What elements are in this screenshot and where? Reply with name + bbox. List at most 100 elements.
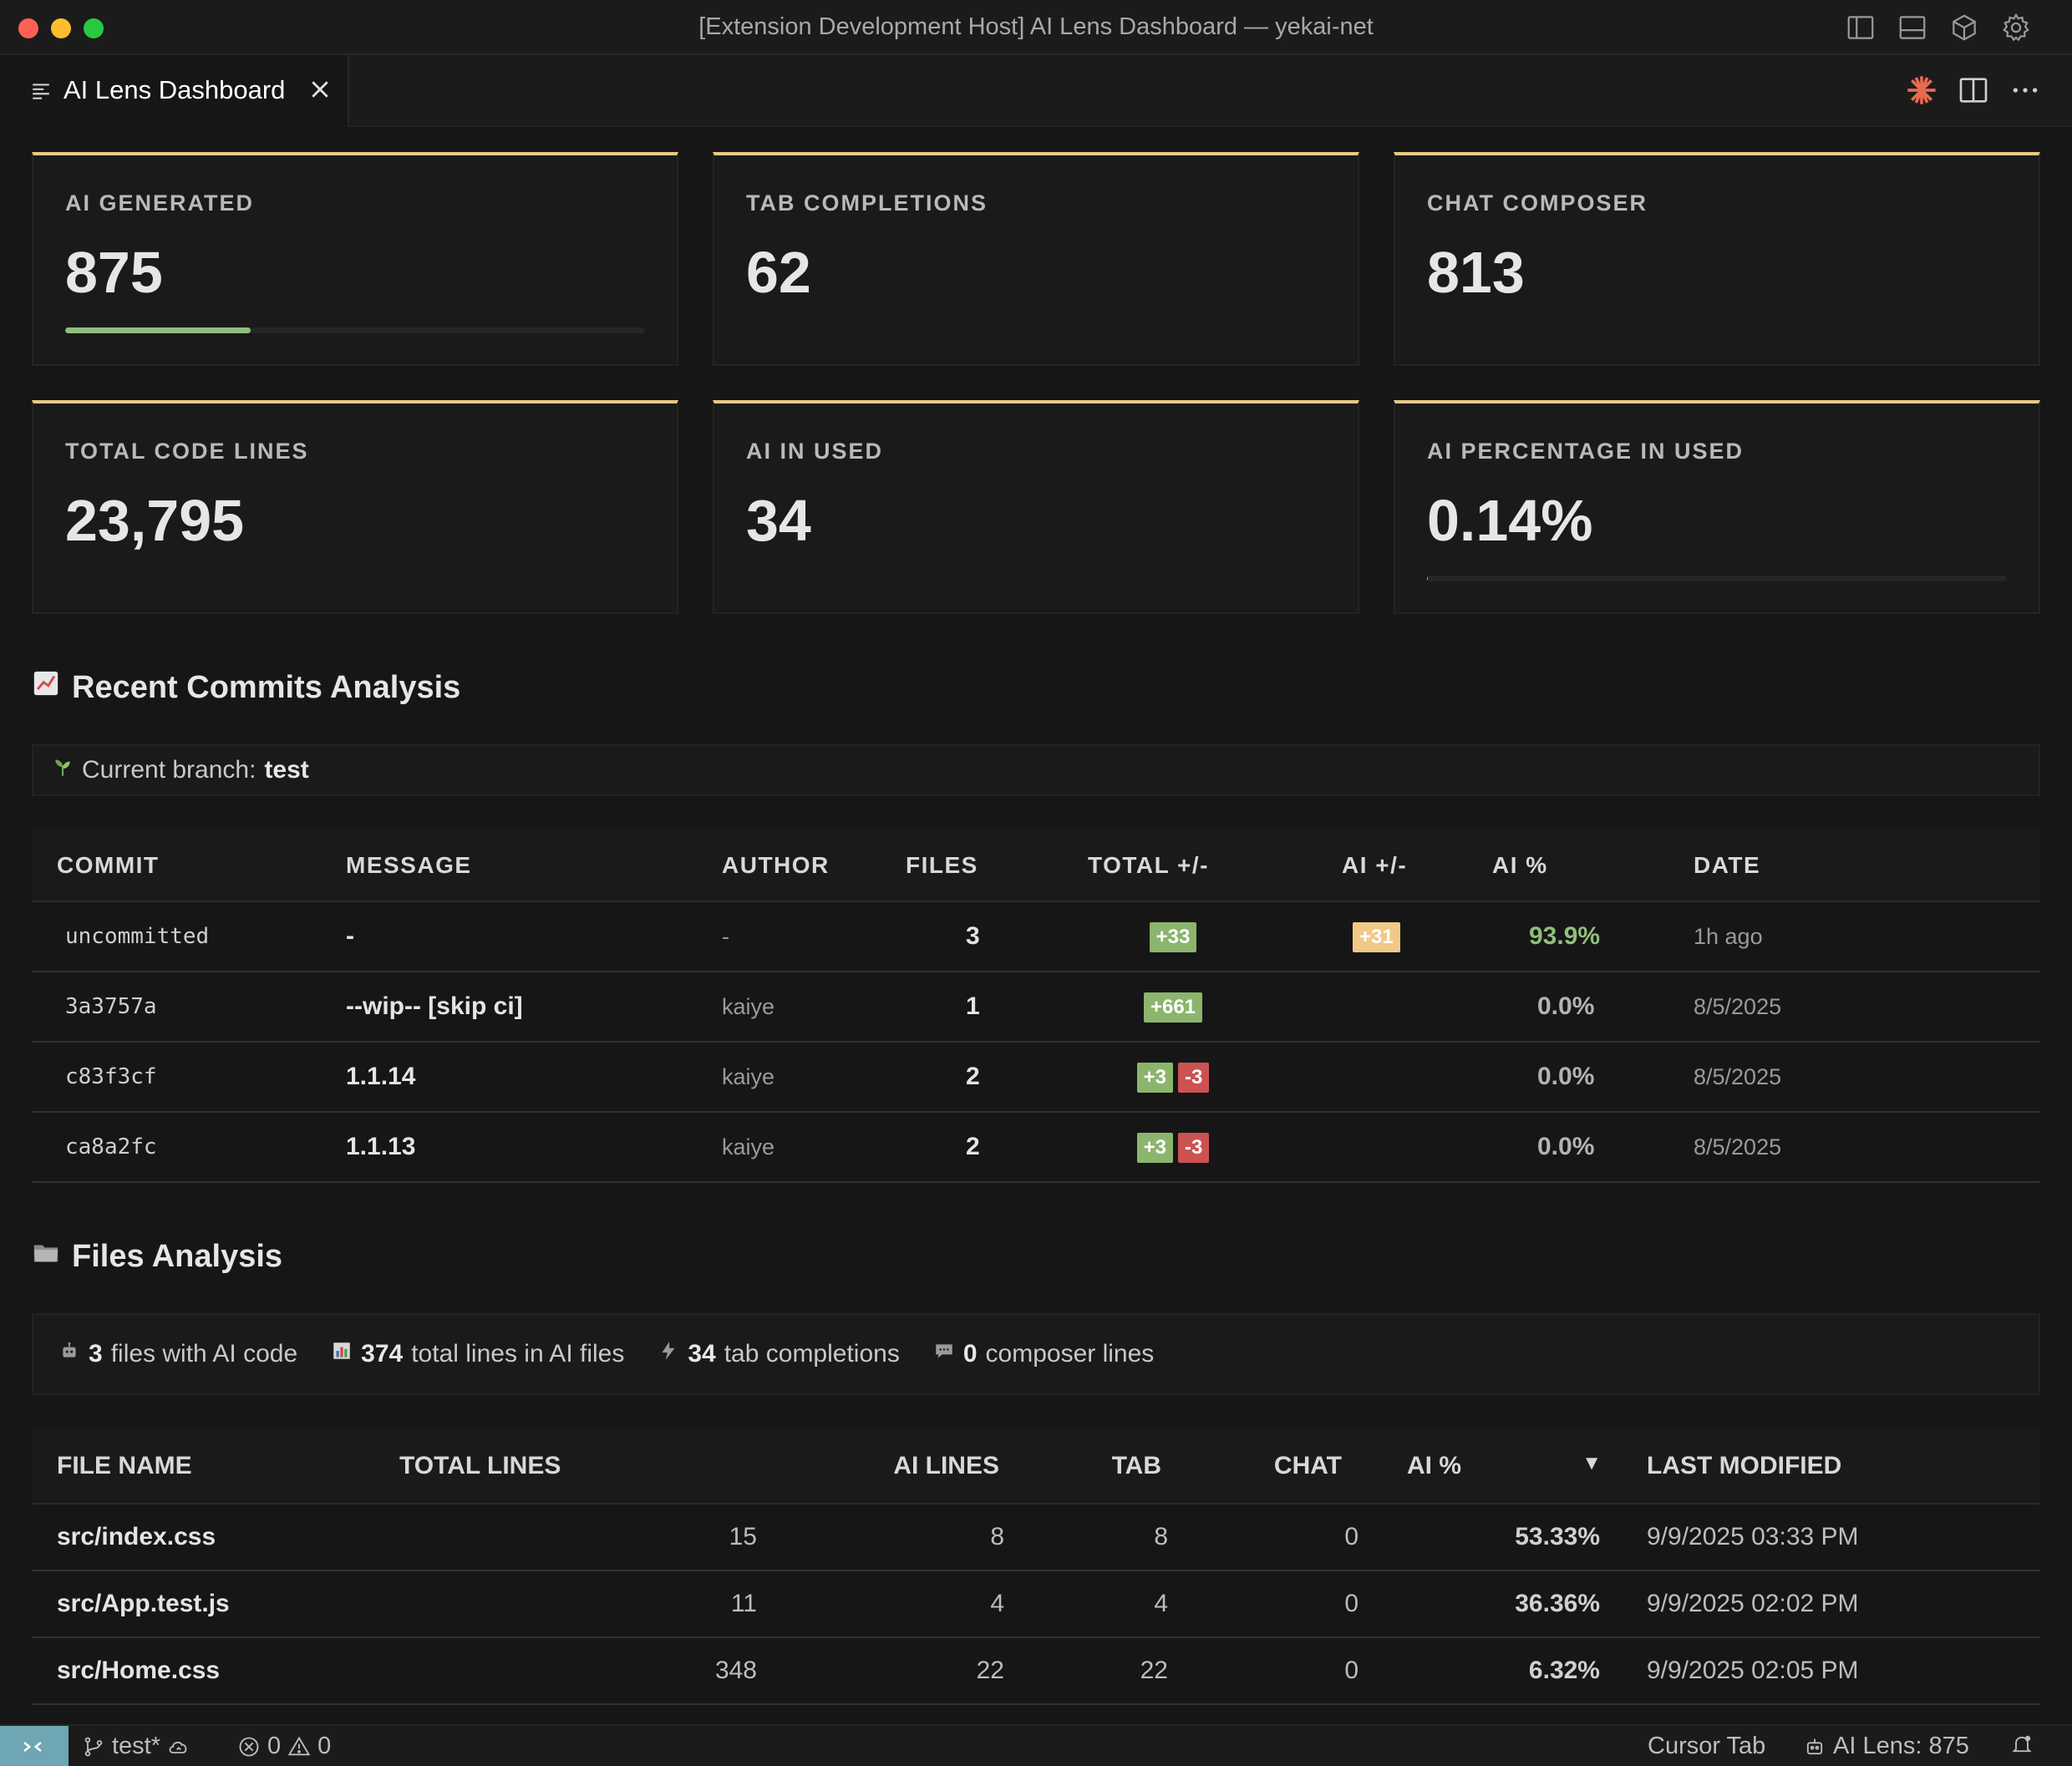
commit-date: 8/5/2025 [1694, 972, 2040, 1043]
metric-label: AI IN USED [746, 439, 884, 464]
warning-count: 0 [317, 1733, 332, 1759]
stat-total-lines: 374 total lines in AI files [331, 1340, 624, 1368]
metric-value: 0.14% [1427, 488, 1593, 553]
speech-bubble-icon [933, 1340, 955, 1368]
branch-status-item[interactable]: test* [82, 1733, 190, 1760]
column-header[interactable]: AI +/- [1308, 830, 1492, 902]
table-row[interactable]: src/Home.css 348 22 22 0 6.32% 9/9/2025 … [32, 1637, 2040, 1705]
folder-icon [32, 1238, 60, 1275]
metric-label: CHAT COMPOSER [1427, 190, 1648, 216]
commits-table: COMMIT MESSAGE AUTHOR FILES TOTAL +/- AI… [32, 830, 2040, 1183]
column-header[interactable]: TAB [1008, 1429, 1171, 1505]
column-header[interactable]: FILES [906, 830, 1038, 902]
commit-total-diff: +3 -3 [1038, 1042, 1308, 1113]
commit-date: 8/5/2025 [1694, 1042, 2040, 1113]
sort-descending-icon[interactable]: ▼ [1582, 1452, 1617, 1475]
column-header[interactable]: FILE NAME [32, 1429, 399, 1505]
table-row[interactable]: uncommitted - - 3 +33 +31 93.9% 1h ago [32, 901, 2040, 972]
bar-chart-icon [331, 1340, 353, 1368]
commit-message: 1.1.13 [346, 1112, 722, 1183]
column-header[interactable]: MESSAGE [346, 830, 722, 902]
git-branch-icon [84, 1737, 103, 1756]
more-actions-icon[interactable] [2009, 74, 2042, 107]
table-header-row: COMMIT MESSAGE AUTHOR FILES TOTAL +/- AI… [32, 830, 2040, 902]
warning-icon [287, 1736, 311, 1755]
table-row[interactable]: src/App.test.js 11 4 4 0 36.36% 9/9/2025… [32, 1571, 2040, 1638]
commit-date: 1h ago [1694, 901, 2040, 972]
table-row[interactable]: c83f3cf 1.1.14 kaiye 2 +3 -3 0.0% 8/5/202… [32, 1042, 2040, 1113]
additions-badge: +661 [1143, 992, 1203, 1023]
metric-label: AI GENERATED [65, 190, 255, 216]
file-ai-lines: 22 [757, 1637, 1008, 1705]
robot-icon [58, 1340, 80, 1368]
commit-hash: c83f3cf [32, 1042, 346, 1113]
sync-cloud-icon [169, 1741, 187, 1753]
commit-author: - [722, 901, 906, 972]
column-header[interactable]: COMMIT [32, 830, 346, 902]
commit-files: 2 [906, 1042, 1038, 1113]
settings-gear-icon[interactable] [2000, 12, 2032, 43]
commit-message: 1.1.14 [346, 1042, 722, 1113]
table-row[interactable]: src/index.css 15 8 8 0 53.33% 9/9/2025 0… [32, 1504, 2040, 1571]
tab-ai-lens-dashboard[interactable]: AI Lens Dashboard [0, 55, 349, 127]
file-tab-lines: 4 [1008, 1571, 1171, 1638]
commit-files: 2 [906, 1112, 1038, 1183]
additions-badge: +3 [1136, 1062, 1174, 1093]
commit-files: 3 [906, 901, 1038, 972]
file-name: src/index.css [32, 1504, 399, 1571]
remote-indicator-button[interactable] [0, 1726, 69, 1766]
column-header[interactable]: CHAT [1171, 1429, 1362, 1505]
error-icon [239, 1737, 259, 1756]
stat-value: 0 [962, 1340, 978, 1368]
current-branch-box: Current branch: test [32, 744, 2040, 796]
metric-progress-bar [65, 327, 645, 333]
column-header-sorted[interactable]: AI % ▼ [1362, 1429, 1617, 1505]
metric-card-ai-generated: AI GENERATED 875 [32, 152, 678, 366]
toggle-sidebar-icon[interactable] [1845, 12, 1876, 43]
column-header[interactable]: TOTAL LINES [399, 1429, 757, 1505]
section-title-commits: Recent Commits Analysis [32, 667, 2040, 708]
files-stats-box: 3 files with AI code 374 total lines in … [32, 1313, 2040, 1395]
file-name: src/Home.css [32, 1637, 399, 1705]
metric-progress-bar [1427, 576, 2007, 581]
metric-cards: AI GENERATED 875 TAB COMPLETIONS 62 CHAT… [32, 152, 2040, 614]
additions-badge: +33 [1149, 921, 1197, 952]
column-header[interactable]: AUTHOR [722, 830, 906, 902]
status-bar: test* 0 0 Cursor Tab AI Lens: 875 [0, 1724, 2072, 1766]
stat-composer-lines: 0 composer lines [933, 1340, 1154, 1368]
ai-additions-badge: +31 [1353, 921, 1400, 952]
notifications-bell-icon[interactable] [2010, 1733, 2034, 1756]
commit-total-diff: +3 -3 [1038, 1112, 1308, 1183]
table-row[interactable]: ca8a2fc 1.1.13 kaiye 2 +3 -3 0.0% 8/5/202… [32, 1112, 2040, 1183]
column-header[interactable]: DATE [1694, 830, 2040, 902]
table-row[interactable]: 3a3757a --wip-- [skip ci] kaiye 1 +661 0… [32, 972, 2040, 1043]
stat-value: 34 [688, 1340, 716, 1368]
file-name: src/App.test.js [32, 1571, 399, 1638]
column-header[interactable]: LAST MODIFIED [1617, 1429, 2040, 1505]
ai-lens-status-item[interactable]: AI Lens: 875 [1803, 1733, 1969, 1760]
editor-tab-bar: AI Lens Dashboard [0, 55, 2072, 127]
column-header[interactable]: AI % [1492, 830, 1694, 902]
metric-value: 23,795 [65, 488, 245, 553]
problems-status-item[interactable]: 0 0 [237, 1733, 331, 1760]
column-header[interactable]: TOTAL +/- [1038, 830, 1308, 902]
file-ai-percent: 53.33% [1362, 1504, 1617, 1571]
commit-hash: uncommitted [32, 901, 346, 972]
metric-progress-fill [1427, 576, 1428, 581]
sparkle-asterisk-icon[interactable] [1905, 74, 1938, 107]
cube-icon[interactable] [1948, 12, 1980, 43]
cursor-tab-status-item[interactable]: Cursor Tab [1648, 1733, 1765, 1760]
file-chat-lines: 0 [1171, 1504, 1362, 1571]
deletions-badge: -3 [1178, 1132, 1210, 1163]
column-header[interactable]: AI LINES [757, 1429, 1008, 1505]
stat-text: composer lines [985, 1340, 1155, 1368]
stat-tab-completions: 34 tab completions [658, 1340, 900, 1368]
commit-ai-diff [1308, 972, 1492, 1043]
metric-value: 34 [746, 488, 811, 553]
remote-icon [23, 1742, 42, 1752]
toggle-panel-icon[interactable] [1897, 12, 1928, 43]
close-tab-icon[interactable] [307, 77, 333, 102]
robot-icon [1806, 1738, 1823, 1754]
split-editor-icon[interactable] [1957, 74, 1990, 107]
metric-card-ai-percentage: AI PERCENTAGE IN USED 0.14% [1394, 400, 2040, 614]
